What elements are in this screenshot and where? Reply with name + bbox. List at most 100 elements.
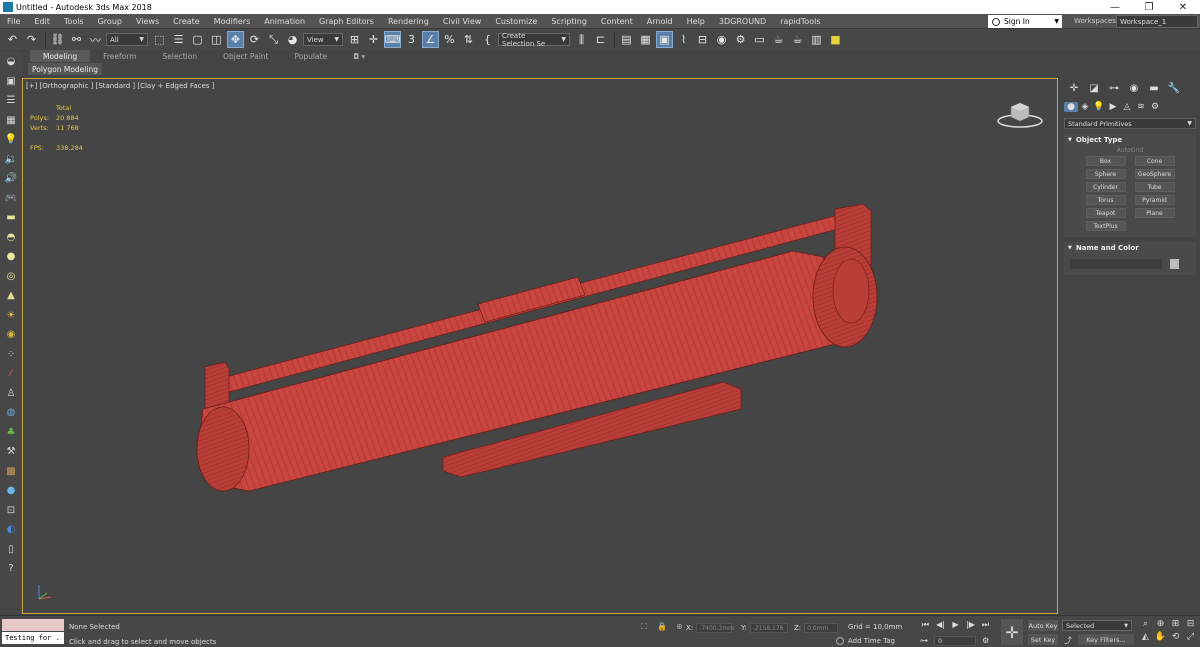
rectangular-selection-icon[interactable]: ▢ (189, 31, 206, 48)
angle-snap-icon[interactable]: ∠ (422, 31, 439, 48)
motion-tab-icon[interactable]: ◉ (1124, 83, 1144, 94)
layer-explorer-icon[interactable]: ▦ (637, 31, 654, 48)
ribbon-panel-polygon-modeling[interactable]: Polygon Modeling (28, 63, 102, 75)
sound-icon[interactable]: 🔉 (0, 150, 22, 170)
percent-snap-icon[interactable]: % (441, 31, 458, 48)
zoom-icon[interactable]: ⌕ (1138, 619, 1153, 629)
unlink-icon[interactable]: ⚯ (68, 31, 85, 48)
rendered-frame-window-icon[interactable]: ▭ (751, 31, 768, 48)
close-button[interactable]: ✕ (1166, 2, 1200, 13)
menu-help[interactable]: Help (680, 17, 712, 26)
key-mode-toggle-icon[interactable]: ⊶ (920, 636, 928, 645)
place-icon[interactable]: ◕ (284, 31, 301, 48)
object-color-swatch[interactable] (1170, 259, 1179, 269)
space-warps-icon[interactable]: ≋ (1134, 102, 1148, 112)
pan-icon[interactable]: ✋ (1153, 632, 1168, 642)
plane-icon[interactable]: ▬ (0, 208, 22, 228)
key-mode-dropdown[interactable]: Selected ▼ (1062, 620, 1132, 631)
table-icon[interactable]: ▦ (0, 111, 22, 131)
textplus-button[interactable]: TextPlus (1085, 221, 1126, 231)
hierarchy-tab-icon[interactable]: ⊶ (1104, 83, 1124, 94)
ribbon-options-icon[interactable]: ◘ ▾ (340, 50, 378, 62)
menu-animation[interactable]: Animation (257, 17, 312, 26)
selection-lock-icon[interactable]: 🔒 (657, 622, 667, 631)
audio-icon[interactable]: 🔊 (0, 169, 22, 189)
robot-icon[interactable]: ♙ (0, 384, 22, 404)
shapes-icon[interactable]: ◈ (1078, 102, 1092, 112)
select-and-scale-icon[interactable]: ⤡ (265, 31, 282, 48)
set-keys-button[interactable]: ✛ (1001, 619, 1023, 645)
select-and-move-icon[interactable]: ✥ (227, 31, 244, 48)
blue-sphere-icon[interactable]: ● (0, 481, 22, 501)
menu-rapidtools[interactable]: rapidTools (773, 17, 827, 26)
tab-selection[interactable]: Selection (150, 50, 211, 62)
restore-button[interactable]: ❐ (1132, 2, 1166, 13)
gamepad-icon[interactable]: 🎮 (0, 189, 22, 209)
x-coordinate-field[interactable]: -7400,3mm (696, 623, 734, 633)
maxscript-output[interactable]: Testing for . (2, 632, 64, 644)
zoom-all-icon[interactable]: ⊕ (1153, 619, 1168, 629)
maxscript-listener-input[interactable] (2, 619, 64, 631)
tube-button[interactable]: Tube (1134, 182, 1175, 192)
orbit-icon[interactable]: ⟲ (1168, 632, 1183, 642)
teapot-button[interactable]: Teapot (1085, 208, 1126, 218)
keyboard-shortcut-override-icon[interactable]: ⌨ (384, 31, 401, 48)
current-frame-field[interactable]: 0 (934, 636, 976, 646)
torus-icon[interactable]: ◎ (0, 267, 22, 287)
previous-frame-icon[interactable]: ◀| (933, 620, 948, 630)
next-frame-icon[interactable]: |▶ (963, 620, 978, 630)
geometry-icon[interactable]: ● (1064, 102, 1078, 112)
cone-button[interactable]: Cone (1134, 156, 1175, 166)
plane-button[interactable]: Plane (1134, 208, 1175, 218)
sphere-icon[interactable]: ● (0, 247, 22, 267)
time-configuration-icon[interactable]: ⚙ (982, 636, 989, 645)
pivot-center-icon[interactable]: ⊞ (346, 31, 363, 48)
default-in-out-tangents-icon[interactable]: ⤴ (1064, 635, 1072, 646)
help-icon[interactable]: ? (0, 559, 22, 579)
mirror-icon[interactable]: ⫼ (573, 31, 590, 48)
menu-content[interactable]: Content (594, 17, 640, 26)
box-button[interactable]: Box (1085, 156, 1126, 166)
menu-tools[interactable]: Tools (57, 17, 91, 26)
globe-icon[interactable]: ◍ (0, 403, 22, 423)
a360-gallery-icon[interactable]: ■ (827, 31, 844, 48)
maximize-viewport-icon[interactable]: ⤢ (1183, 632, 1198, 642)
select-and-rotate-icon[interactable]: ⟳ (246, 31, 263, 48)
cone-icon[interactable]: ▲ (0, 286, 22, 306)
set-key-button[interactable]: Set Key (1028, 634, 1058, 645)
menu-civil-view[interactable]: Civil View (436, 17, 489, 26)
redo-icon[interactable]: ↷ (23, 31, 40, 48)
autogrid-checkbox[interactable]: AutoGrid (1064, 146, 1196, 156)
go-to-start-icon[interactable]: ⏮ (918, 620, 933, 630)
window-crossing-icon[interactable]: ◫ (208, 31, 225, 48)
sun-icon[interactable]: ☀ (0, 306, 22, 326)
cylinder-button[interactable]: Cylinder (1085, 182, 1126, 192)
curve-editor-icon[interactable]: ⌇ (675, 31, 692, 48)
sign-in-button[interactable]: Sign In ▼ (988, 15, 1062, 28)
bind-space-warp-icon[interactable]: 〰 (87, 31, 104, 48)
zoom-extents-icon[interactable]: ⊞ (1168, 619, 1183, 629)
isolate-selection-icon[interactable]: ⛶ (641, 622, 647, 632)
light-bulb-icon[interactable]: 💡 (0, 130, 22, 150)
object-type-header[interactable]: ▼ Object Type (1064, 134, 1196, 146)
utilities-tab-icon[interactable]: 🔧 (1164, 83, 1184, 94)
torus-button[interactable]: Torus (1085, 195, 1126, 205)
display-tab-icon[interactable]: ▬ (1144, 83, 1164, 94)
scene-model[interactable] (23, 79, 1058, 614)
render-in-cloud-icon[interactable]: ▥ (808, 31, 825, 48)
create-tab-icon[interactable]: ✛ (1064, 83, 1084, 94)
reference-coordinate-dropdown[interactable]: View ▼ (303, 33, 343, 46)
schematic-view-icon[interactable]: ⊟ (694, 31, 711, 48)
go-to-end-icon[interactable]: ⏭ (978, 620, 993, 630)
syringe-icon[interactable]: ⁄ (0, 364, 22, 384)
minimize-button[interactable]: — (1098, 2, 1132, 13)
hemisphere-icon[interactable]: ◓ (0, 228, 22, 248)
hammer-icon[interactable]: ⚒ (0, 442, 22, 462)
menu-edit[interactable]: Edit (27, 17, 57, 26)
particles-icon[interactable]: ⁘ (0, 345, 22, 365)
snaps-toggle-icon[interactable]: 3 (403, 31, 420, 48)
menu-3dground[interactable]: 3DGROUND (712, 17, 773, 26)
named-selection-dropdown[interactable]: Create Selection Se ▼ (498, 32, 570, 48)
tab-modeling[interactable]: Modeling (30, 50, 91, 62)
selection-filter-dropdown[interactable]: All ▼ (106, 33, 148, 46)
